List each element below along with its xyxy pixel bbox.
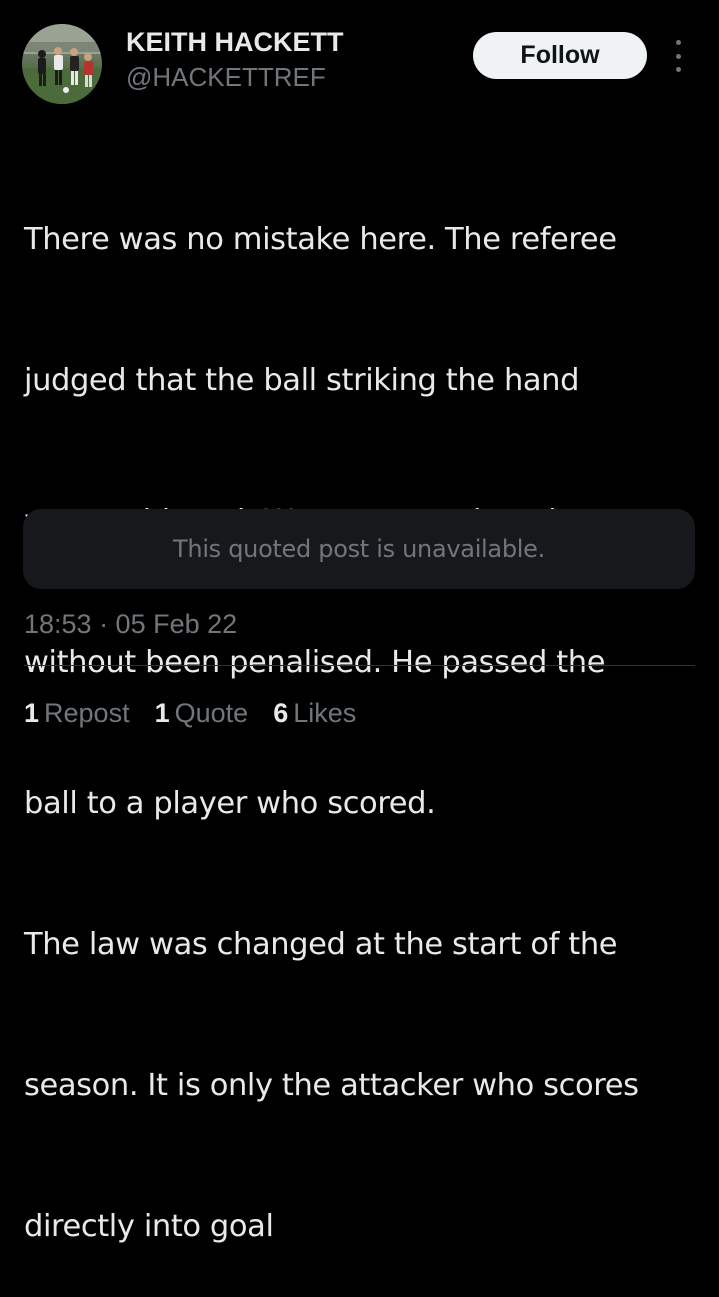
avatar[interactable] bbox=[22, 24, 102, 104]
author-handle[interactable]: @HACKETTREF bbox=[126, 61, 344, 93]
tweet-text-line: There was no mistake here. The referee bbox=[24, 222, 617, 257]
reposts-count: 1 bbox=[24, 698, 40, 728]
more-options-icon[interactable] bbox=[670, 40, 686, 72]
quoted-post-card[interactable]: This quoted post is unavailable. bbox=[23, 509, 695, 589]
dot-icon bbox=[675, 67, 681, 72]
likes-label: Likes bbox=[293, 698, 357, 728]
post-timestamp[interactable]: 18:53 · 05 Feb 22 bbox=[24, 606, 237, 642]
dot-icon bbox=[675, 53, 681, 59]
likes-stat[interactable]: 6 Likes bbox=[273, 695, 356, 731]
avatar-photo-icon bbox=[22, 24, 102, 104]
engagement-stats: 1 Repost 1 Quote 6 Likes bbox=[24, 695, 381, 731]
tweet-text-line: ball to a player who scored. bbox=[24, 786, 436, 821]
quotes-stat[interactable]: 1 Quote bbox=[155, 695, 249, 731]
tweet-header: KEITH HACKETT @HACKETTREF Follow bbox=[22, 22, 697, 106]
tweet-text-line: without been penalised. He passed the bbox=[24, 645, 606, 680]
follow-button[interactable]: Follow bbox=[473, 32, 647, 79]
author-display-name[interactable]: KEITH HACKETT bbox=[126, 26, 344, 58]
quotes-count: 1 bbox=[154, 698, 170, 728]
tweet-text-line: directly into goal bbox=[24, 1209, 274, 1244]
quotes-label: Quote bbox=[174, 698, 249, 728]
reposts-label: Repost bbox=[44, 698, 130, 728]
quoted-post-unavailable-text: This quoted post is unavailable. bbox=[173, 535, 545, 563]
author-names: KEITH HACKETT @HACKETTREF bbox=[126, 26, 344, 93]
dot-icon bbox=[675, 40, 681, 45]
divider bbox=[24, 665, 695, 666]
tweet-text-line: judged that the ball striking the hand bbox=[24, 363, 580, 398]
tweet-text-line: season. It is only the attacker who scor… bbox=[24, 1068, 639, 1103]
reposts-stat[interactable]: 1 Repost bbox=[24, 695, 130, 731]
likes-count: 6 bbox=[273, 698, 289, 728]
tweet-text-line: The law was changed at the start of the bbox=[24, 927, 618, 962]
